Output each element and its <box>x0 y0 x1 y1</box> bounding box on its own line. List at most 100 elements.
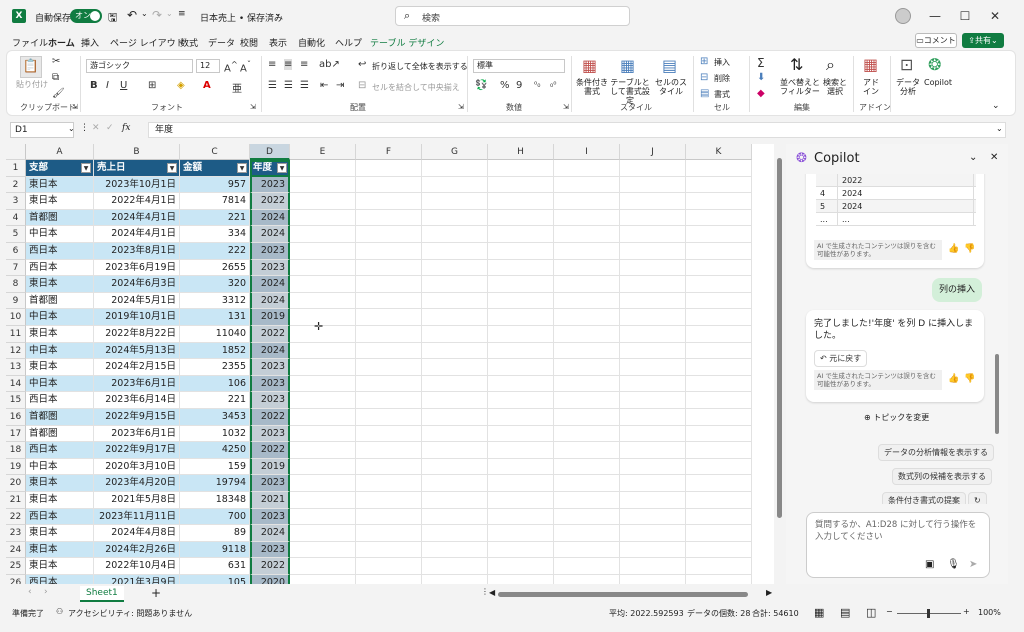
grid-cell[interactable] <box>686 309 752 326</box>
grid-cell[interactable] <box>488 243 554 260</box>
table-cell[interactable]: 2023 <box>250 392 290 409</box>
grid-cell[interactable] <box>422 309 488 326</box>
format-as-table-button[interactable]: テーブルとして書式設定 <box>608 78 652 105</box>
grid-cell[interactable] <box>554 508 620 526</box>
horizontal-scroll-thumb[interactable] <box>498 592 748 597</box>
grid-cell[interactable] <box>686 326 752 343</box>
grid-cell[interactable] <box>620 558 686 575</box>
table-cell[interactable]: 首都圏 <box>26 209 94 227</box>
table-cell[interactable]: 2023年8月1日 <box>94 243 180 260</box>
grid-cell[interactable] <box>290 458 356 476</box>
phonetic-icon[interactable]: 亜 <box>232 80 242 95</box>
copilot-input[interactable]: 質問するか、A1:D28 に対して行う操作を入力してください ▣ 🎙 ➤ <box>806 512 990 578</box>
row-header[interactable]: 10 <box>6 309 26 326</box>
grid-cell[interactable] <box>488 193 554 210</box>
table-cell[interactable]: 西日本 <box>26 442 94 459</box>
format-as-table-icon[interactable]: ▦ <box>620 56 635 75</box>
grid-cell[interactable] <box>554 558 620 575</box>
grid-cell[interactable] <box>290 492 356 509</box>
grid-cell[interactable] <box>488 309 554 326</box>
table-cell[interactable]: 2023 <box>250 541 290 559</box>
table-cell[interactable]: 中日本 <box>26 309 94 326</box>
name-box[interactable]: D1 <box>10 122 74 138</box>
grid-cell[interactable] <box>290 575 356 584</box>
page-break-view-icon[interactable]: ◫ <box>866 606 876 619</box>
paste-icon[interactable]: 📋 <box>20 56 42 78</box>
status-count[interactable]: データの個数: 28 <box>687 608 750 619</box>
grid-cell[interactable] <box>686 442 752 459</box>
grid-cell[interactable] <box>620 193 686 210</box>
maximize-icon[interactable]: ☐ <box>955 6 975 26</box>
grid-cell[interactable] <box>620 309 686 326</box>
table-cell[interactable]: 2024 <box>250 209 290 227</box>
table-cell[interactable]: 2024 <box>250 342 290 360</box>
avatar[interactable] <box>895 8 911 24</box>
grid-cell[interactable] <box>422 575 488 584</box>
grid-cell[interactable] <box>686 392 752 409</box>
grid-cell[interactable] <box>422 259 488 277</box>
grid-cell[interactable] <box>686 409 752 426</box>
grid-cell[interactable] <box>488 409 554 426</box>
more-options-icon[interactable]: ⋮ <box>80 123 89 133</box>
analyze-data-button[interactable]: データ分析 <box>896 78 920 96</box>
grid-cell[interactable] <box>554 160 620 177</box>
table-cell[interactable]: 2023年11月11日 <box>94 508 180 526</box>
table-cell[interactable]: 東日本 <box>26 541 94 559</box>
delete-cells-icon[interactable]: ⊟ <box>700 72 708 83</box>
grid-cell[interactable] <box>356 458 422 476</box>
table-cell[interactable]: 2024年5月13日 <box>94 342 180 360</box>
row-header[interactable]: 22 <box>6 508 26 526</box>
font-size-select[interactable]: 12 <box>196 59 220 73</box>
thumbs-down-icon[interactable]: 👎 <box>964 374 975 384</box>
sheet-tab-sheet1[interactable]: Sheet1 <box>80 586 124 602</box>
table-cell[interactable]: 2024年2月26日 <box>94 541 180 559</box>
row-header[interactable]: 4 <box>6 209 26 227</box>
grid-cell[interactable] <box>356 342 422 360</box>
vertical-scroll-thumb[interactable] <box>777 158 782 518</box>
clipboard-launcher-icon[interactable]: ⇲ <box>72 103 78 111</box>
row-header[interactable]: 1 <box>6 160 26 177</box>
font-launcher-icon[interactable]: ⇲ <box>250 103 256 111</box>
grid-cell[interactable] <box>422 176 488 194</box>
table-header-cell[interactable]: 年度 ▼ <box>250 160 290 177</box>
grid-cell[interactable] <box>554 492 620 509</box>
name-box-chevron-icon[interactable]: ⌄ <box>68 124 75 133</box>
grid-cell[interactable] <box>356 176 422 194</box>
table-cell[interactable]: 東日本 <box>26 326 94 343</box>
grid-cell[interactable] <box>422 442 488 459</box>
table-cell[interactable]: 4250 <box>180 442 250 459</box>
grid-cell[interactable] <box>356 276 422 293</box>
grid-cell[interactable] <box>620 541 686 559</box>
status-sum[interactable]: 合計: 54610 <box>752 608 799 619</box>
table-cell[interactable]: 2024 <box>250 525 290 542</box>
table-cell[interactable]: 1852 <box>180 342 250 360</box>
table-cell[interactable]: 西日本 <box>26 508 94 526</box>
conditional-format-icon[interactable]: ▦ <box>582 56 597 75</box>
grid-cell[interactable] <box>554 326 620 343</box>
grid-cell[interactable] <box>290 359 356 376</box>
grid-cell[interactable] <box>290 475 356 492</box>
grid-cell[interactable] <box>422 226 488 243</box>
table-cell[interactable]: 2023年10月1日 <box>94 176 180 194</box>
microphone-icon[interactable]: 🎙 <box>947 559 960 570</box>
copilot-collapse-icon[interactable]: ⌄ <box>969 152 977 163</box>
document-title[interactable]: 日本売上 • 保存済み <box>200 11 283 24</box>
filter-dropdown-icon[interactable]: ▼ <box>167 163 177 173</box>
table-cell[interactable]: 2022 <box>250 409 290 426</box>
table-cell[interactable]: 221 <box>180 392 250 409</box>
grid-cell[interactable] <box>422 292 488 310</box>
table-cell[interactable]: 2023年6月1日 <box>94 425 180 443</box>
table-cell[interactable]: 2024 <box>250 292 290 310</box>
grid-cell[interactable] <box>422 392 488 409</box>
grid-cell[interactable] <box>356 259 422 277</box>
grid-cell[interactable] <box>554 425 620 443</box>
table-cell[interactable]: 1032 <box>180 425 250 443</box>
copilot-ribbon-button[interactable]: Copilot <box>924 78 952 87</box>
grid-cell[interactable] <box>356 409 422 426</box>
row-header[interactable]: 26 <box>6 575 26 584</box>
table-cell[interactable]: 222 <box>180 243 250 260</box>
align-center-icon[interactable]: ☰ <box>284 80 293 91</box>
table-cell[interactable]: 2655 <box>180 259 250 277</box>
grid-cell[interactable] <box>356 575 422 584</box>
grid-cell[interactable] <box>620 525 686 542</box>
